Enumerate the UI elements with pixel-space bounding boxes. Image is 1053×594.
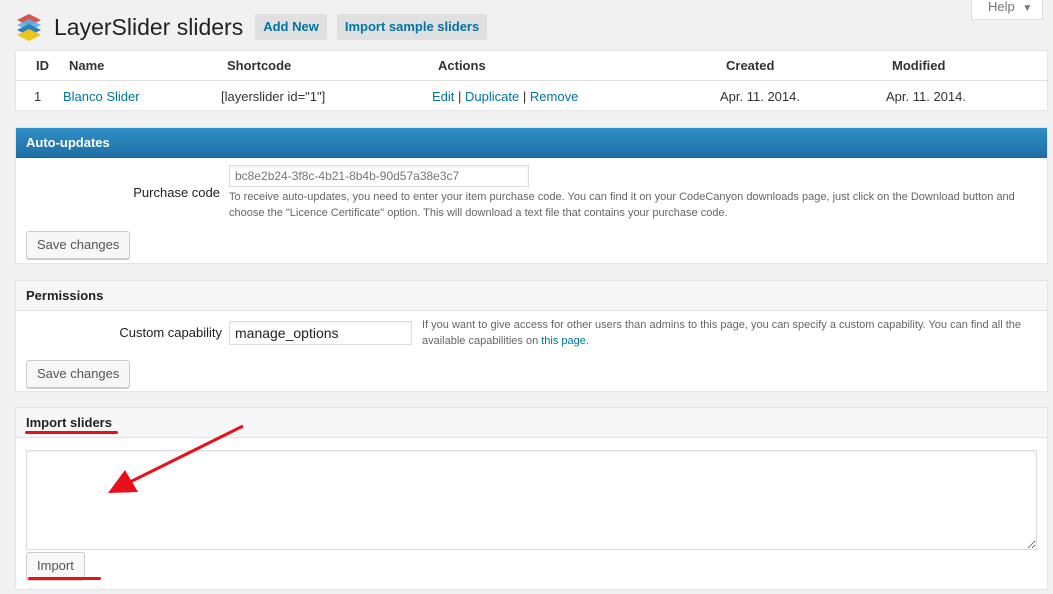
column-header-actions: Actions — [438, 58, 486, 73]
capabilities-page-link[interactable]: this page — [541, 335, 586, 347]
slider-actions: Edit | Duplicate | Remove — [432, 82, 578, 112]
custom-capability-label: Custom capability — [119, 325, 222, 340]
column-header-name: Name — [69, 58, 105, 73]
import-button[interactable]: Import — [26, 552, 85, 580]
import-sample-sliders-button[interactable]: Import sample sliders — [336, 14, 488, 40]
table-row: 1 Blanco Slider [layerslider id="1"] Edi… — [16, 82, 1047, 112]
add-new-button[interactable]: Add New — [255, 14, 327, 40]
remove-link[interactable]: Remove — [530, 89, 578, 104]
purchase-code-label: Purchase code — [133, 185, 220, 200]
custom-capability-input[interactable] — [229, 321, 412, 345]
column-header-id: ID — [36, 58, 49, 73]
slider-name-link[interactable]: Blanco Slider — [63, 82, 140, 112]
chevron-down-icon: ▼ — [1022, 3, 1033, 14]
annotation-underline-import — [28, 577, 101, 580]
edit-link[interactable]: Edit — [432, 89, 454, 104]
page-title: LayerSlider sliders — [54, 13, 244, 40]
save-changes-button[interactable]: Save changes — [26, 360, 131, 388]
page-header: LayerSlider sliders Add New Import sampl… — [14, 10, 497, 44]
slider-modified-date: Apr. 11. 2014. — [886, 89, 966, 104]
annotation-arrow-icon — [108, 424, 244, 493]
auto-updates-panel: Auto-updates Purchase code To receive au… — [15, 127, 1048, 264]
permissions-panel: Permissions Custom capability If you wan… — [15, 280, 1048, 392]
action-separator: | — [458, 89, 462, 104]
custom-capability-hint-text: If you want to give access for other use… — [422, 319, 1022, 347]
slider-shortcode: [layerslider id="1"] — [221, 89, 326, 104]
permissions-title: Permissions — [16, 281, 1047, 311]
custom-capability-hint: If you want to give access for other use… — [422, 317, 1022, 349]
slider-created-date: Apr. 11. 2014. — [720, 89, 800, 104]
purchase-code-input[interactable] — [229, 165, 529, 187]
slider-id: 1 — [34, 89, 42, 104]
help-label: Help — [988, 0, 1015, 14]
column-header-shortcode: Shortcode — [227, 58, 292, 73]
column-header-modified: Modified — [892, 58, 946, 73]
sliders-table: ID Name Shortcode Actions Created Modifi… — [15, 50, 1048, 111]
column-header-created: Created — [726, 58, 775, 73]
action-separator: | — [522, 89, 527, 104]
layerslider-logo-icon — [14, 12, 44, 42]
save-changes-button[interactable]: Save changes — [26, 231, 131, 259]
table-header-row: ID Name Shortcode Actions Created Modifi… — [16, 51, 1047, 81]
help-tab-button[interactable]: Help ▼ — [971, 0, 1043, 20]
duplicate-link[interactable]: Duplicate — [465, 89, 519, 104]
purchase-code-hint: To receive auto-updates, you need to ent… — [229, 191, 1015, 219]
hint-period: . — [585, 335, 589, 347]
auto-updates-title: Auto-updates — [16, 128, 1047, 158]
